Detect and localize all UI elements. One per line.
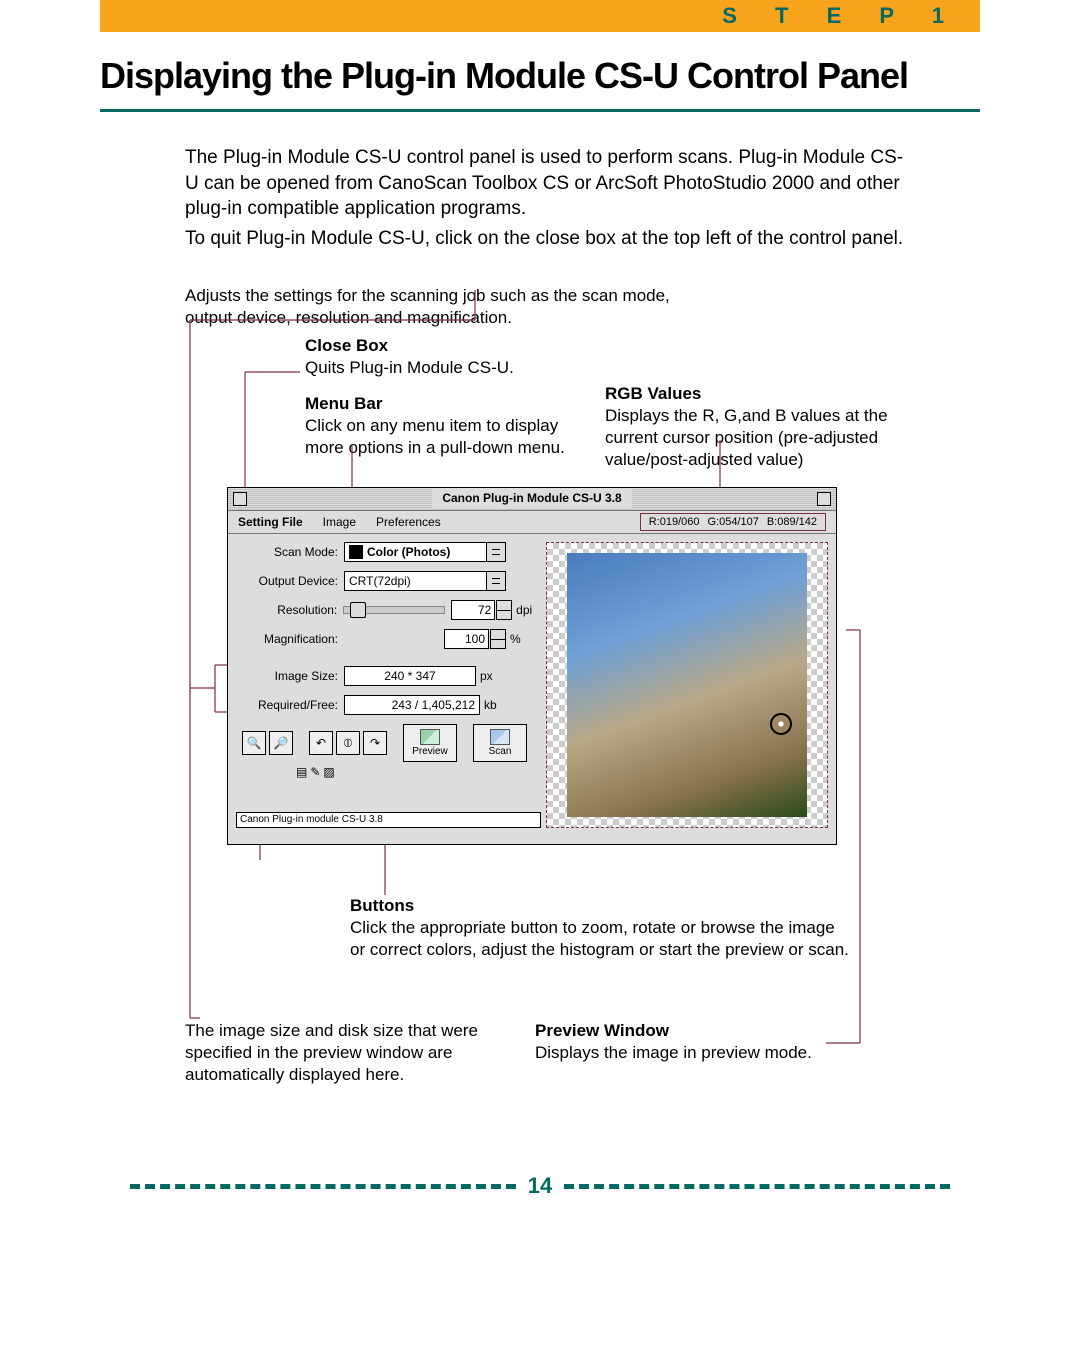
callout-menubar-body: Click on any menu item to display more o… bbox=[305, 416, 565, 457]
scan-mode-select[interactable]: Color (Photos) bbox=[344, 542, 506, 562]
browse-button[interactable]: ▨ bbox=[323, 765, 334, 779]
callout-preview-body: Displays the image in preview mode. bbox=[535, 1043, 812, 1062]
callout-rgb: RGB Values Displays the R, G,and B value… bbox=[605, 383, 895, 471]
callout-rgb-body: Displays the R, G,and B values at the cu… bbox=[605, 406, 888, 469]
label-scan-mode: Scan Mode: bbox=[236, 545, 344, 559]
zoom-out-icon: 🔎 bbox=[274, 736, 289, 750]
page-title: Displaying the Plug-in Module CS-U Contr… bbox=[100, 55, 980, 112]
required-free-value: 243 / 1,405,212 bbox=[344, 695, 480, 715]
rgb-b: B:089/142 bbox=[767, 516, 817, 528]
settings-caption: Adjusts the settings for the scanning jo… bbox=[185, 285, 685, 329]
callout-rgb-heading: RGB Values bbox=[605, 384, 701, 403]
image-size-unit: px bbox=[480, 669, 502, 683]
resolution-input[interactable]: 72 bbox=[451, 600, 496, 620]
callout-closebox-heading: Close Box bbox=[305, 336, 388, 355]
output-device-value: CRT(72dpi) bbox=[349, 574, 411, 588]
color-chip-icon bbox=[349, 545, 363, 559]
footer-rule-right bbox=[564, 1184, 950, 1189]
menubar: Setting File Image Preferences R:019/060… bbox=[228, 511, 836, 534]
label-resolution: Resolution: bbox=[236, 603, 343, 617]
scan-button[interactable]: Scan bbox=[473, 724, 527, 762]
flip-icon: ⦶ bbox=[344, 736, 353, 751]
scan-mode-value: Color (Photos) bbox=[367, 545, 450, 559]
footer-rule-left bbox=[130, 1184, 516, 1189]
status-bar: Canon Plug-in module CS-U 3.8 bbox=[236, 812, 541, 828]
callout-buttons-heading: Buttons bbox=[350, 896, 414, 915]
scan-button-label: Scan bbox=[489, 746, 512, 757]
preview-button-label: Preview bbox=[412, 746, 448, 757]
cs-u-control-panel: Canon Plug-in Module CS-U 3.8 Setting Fi… bbox=[227, 487, 837, 845]
callout-imagesize-body: The image size and disk size that were s… bbox=[185, 1021, 478, 1084]
histogram-button[interactable]: ✎ bbox=[310, 765, 320, 779]
menu-setting-file[interactable]: Setting File bbox=[228, 515, 313, 529]
slider-thumb-icon[interactable] bbox=[350, 602, 366, 618]
resolution-slider[interactable] bbox=[343, 606, 444, 614]
callout-imagesize: The image size and disk size that were s… bbox=[185, 1020, 505, 1086]
step-label: S T E P 1 bbox=[722, 3, 960, 29]
preview-button[interactable]: Preview bbox=[403, 724, 457, 762]
magnification-unit: % bbox=[510, 632, 532, 646]
callout-menubar-heading: Menu Bar bbox=[305, 394, 382, 413]
label-output-device: Output Device: bbox=[236, 574, 344, 588]
magnification-input[interactable]: 100 bbox=[444, 629, 489, 649]
preview-icon bbox=[420, 729, 440, 745]
zoom-in-icon: 🔍 bbox=[247, 736, 262, 750]
label-required-free: Required/Free: bbox=[236, 698, 344, 712]
preview-window[interactable] bbox=[546, 542, 828, 828]
histogram-icon: ✎ bbox=[310, 765, 320, 779]
callout-buttons-body: Click the appropriate button to zoom, ro… bbox=[350, 918, 849, 959]
intro-p2: To quit Plug-in Module CS-U, click on th… bbox=[185, 226, 905, 252]
label-image-size: Image Size: bbox=[236, 669, 344, 683]
preview-image bbox=[567, 553, 807, 817]
zoom-in-button[interactable]: 🔍 bbox=[242, 731, 266, 755]
window-title: Canon Plug-in Module CS-U 3.8 bbox=[432, 488, 631, 508]
output-device-select[interactable]: CRT(72dpi) bbox=[344, 571, 506, 591]
rotate-right-icon: ↷ bbox=[370, 736, 380, 750]
menu-image[interactable]: Image bbox=[313, 515, 366, 529]
callout-buttons: Buttons Click the appropriate button to … bbox=[350, 895, 850, 961]
close-box[interactable] bbox=[233, 492, 247, 506]
color-adjust-icon: ▤ bbox=[296, 765, 307, 779]
titlebar: Canon Plug-in Module CS-U 3.8 bbox=[228, 488, 836, 511]
toolbar: 🔍 🔎 ↶ ⦶ ↷ Preview Scan bbox=[236, 724, 532, 762]
browse-icon: ▨ bbox=[323, 765, 334, 779]
move-cursor-icon bbox=[770, 713, 792, 735]
resolution-unit: dpi bbox=[516, 603, 538, 617]
label-magnification: Magnification: bbox=[236, 632, 344, 646]
scan-icon bbox=[490, 729, 510, 745]
callout-menubar: Menu Bar Click on any menu item to displ… bbox=[305, 393, 585, 459]
rgb-g: G:054/107 bbox=[707, 516, 758, 528]
callout-preview-heading: Preview Window bbox=[535, 1021, 669, 1040]
required-free-unit: kb bbox=[484, 698, 506, 712]
zoom-out-button[interactable]: 🔎 bbox=[269, 731, 293, 755]
rotate-left-button[interactable]: ↶ bbox=[309, 731, 333, 755]
rotate-left-icon: ↶ bbox=[316, 736, 326, 750]
magnification-stepper[interactable] bbox=[490, 629, 506, 649]
zoom-box[interactable] bbox=[817, 492, 831, 506]
rgb-values: R:019/060 G:054/107 B:089/142 bbox=[640, 513, 826, 531]
callout-preview: Preview Window Displays the image in pre… bbox=[535, 1020, 855, 1064]
image-size-value: 240 * 347 bbox=[344, 666, 476, 686]
callout-closebox-body: Quits Plug-in Module CS-U. bbox=[305, 358, 514, 377]
callout-closebox: Close Box Quits Plug-in Module CS-U. bbox=[305, 335, 565, 379]
rgb-r: R:019/060 bbox=[649, 516, 700, 528]
rotate-right-button[interactable]: ↷ bbox=[363, 731, 387, 755]
color-adjust-button[interactable]: ▤ bbox=[296, 765, 307, 779]
page-number: 14 bbox=[522, 1173, 558, 1199]
intro-p1: The Plug-in Module CS-U control panel is… bbox=[185, 145, 905, 222]
page-footer: 14 bbox=[130, 1173, 950, 1199]
intro-text: The Plug-in Module CS-U control panel is… bbox=[185, 145, 905, 256]
flip-button[interactable]: ⦶ bbox=[336, 731, 360, 755]
menu-preferences[interactable]: Preferences bbox=[366, 515, 451, 529]
resolution-stepper[interactable] bbox=[496, 600, 512, 620]
